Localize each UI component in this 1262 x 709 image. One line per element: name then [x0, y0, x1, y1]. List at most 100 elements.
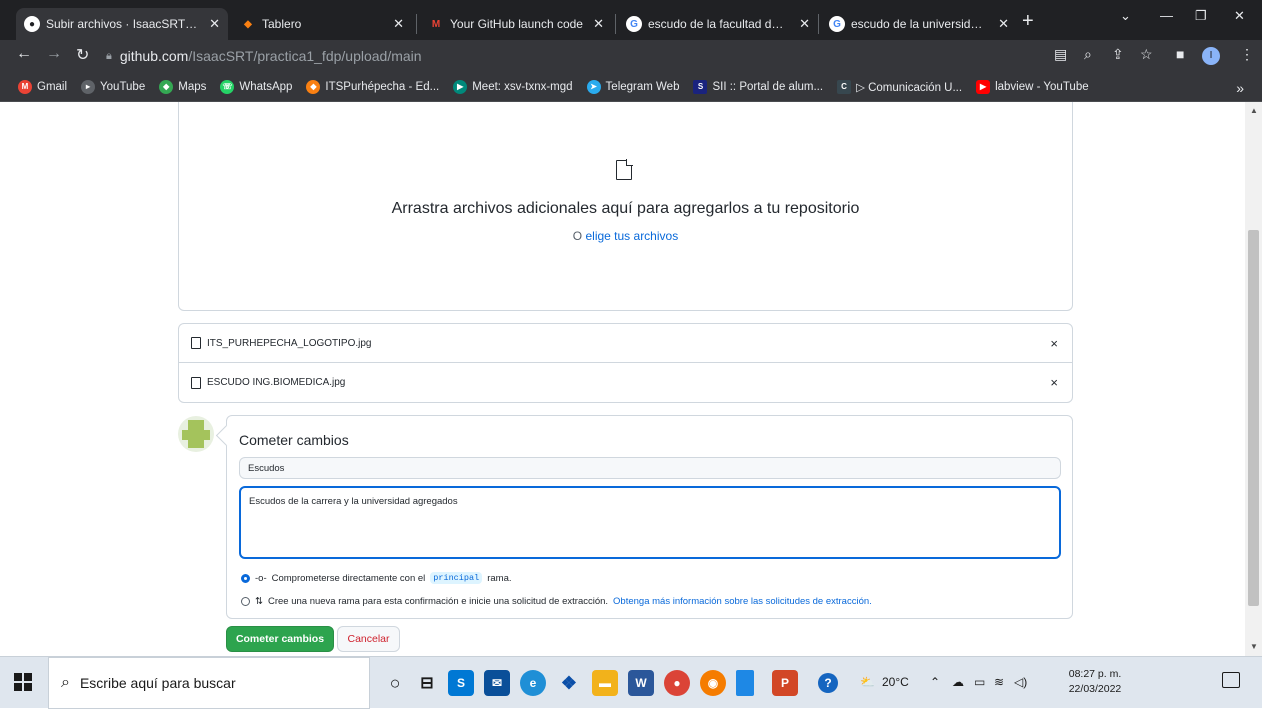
- bookmark-labview[interactable]: ▶ labview - YouTube: [976, 79, 1089, 94]
- mail-icon[interactable]: ✉: [484, 670, 510, 696]
- close-tab-icon[interactable]: ✕: [209, 16, 220, 32]
- tab-github-launch-code[interactable]: M Your GitHub launch code ✕: [420, 8, 612, 40]
- commit-description-textarea[interactable]: Escudos de la carrera y la universidad a…: [239, 486, 1061, 559]
- close-tab-icon[interactable]: ✕: [393, 16, 404, 32]
- more-bookmarks-icon[interactable]: »: [1236, 80, 1244, 96]
- search-icon: ⌕: [61, 674, 70, 691]
- back-icon[interactable]: ←: [16, 45, 32, 63]
- powerpoint-icon[interactable]: P: [772, 670, 798, 696]
- moodle-icon: ◆: [244, 18, 252, 30]
- bookmark-meet[interactable]: ▶ Meet: xsv-txnx-mgd: [453, 79, 573, 94]
- address-path: /IsaacSRT/practica1_fdp/upload/main: [188, 48, 422, 64]
- menu-icon[interactable]: ⋮: [1240, 46, 1254, 63]
- scrollbar-thumb[interactable]: [1248, 230, 1259, 606]
- google-icon: G: [829, 16, 845, 32]
- page-scrollbar[interactable]: ▲ ▼: [1245, 102, 1262, 656]
- task-view-icon[interactable]: ⊟: [414, 670, 440, 696]
- onedrive-icon[interactable]: ☁: [952, 675, 964, 689]
- meet-icon: ▶: [453, 79, 468, 94]
- pull-request-icon: ⇅: [255, 596, 263, 607]
- weather-temp[interactable]: 20°C: [882, 675, 909, 689]
- notifications-icon[interactable]: [1222, 672, 1240, 688]
- windows-start-icon[interactable]: [14, 673, 32, 691]
- list-item: ESCUDO ING.BIOMEDICA.jpg ×: [179, 363, 1072, 402]
- share-icon[interactable]: ⇪: [1112, 46, 1124, 63]
- scroll-down-icon[interactable]: ▼: [1250, 642, 1258, 651]
- uploaded-files-list: ITS_PURHEPECHA_LOGOTIPO.jpg × ESCUDO ING…: [178, 323, 1073, 403]
- battery-icon[interactable]: ▭: [974, 675, 985, 689]
- remove-file-icon[interactable]: ×: [1050, 375, 1058, 390]
- bookmark-maps[interactable]: ◆ Maps: [159, 79, 206, 94]
- commit-changes-button[interactable]: Cometer cambios: [226, 626, 334, 652]
- dropbox-icon[interactable]: ❖: [556, 670, 582, 696]
- tab-separator: [818, 14, 819, 34]
- taskbar-clock[interactable]: 08:27 p. m. 22/03/2022: [1066, 667, 1124, 697]
- edge-icon[interactable]: e: [520, 670, 546, 696]
- wifi-icon[interactable]: ≋: [994, 675, 1004, 689]
- translate-icon[interactable]: ▤: [1054, 46, 1067, 63]
- close-tab-icon[interactable]: ✕: [799, 16, 810, 32]
- bookmark-youtube[interactable]: ▸ YouTube: [81, 79, 145, 94]
- weather-icon[interactable]: ⛅: [860, 675, 875, 689]
- phone-link-icon[interactable]: [736, 670, 754, 696]
- new-tab-icon[interactable]: +: [1022, 10, 1034, 33]
- tab-escudo-universidad[interactable]: G escudo de la universidad itsp ✕: [821, 8, 1017, 40]
- tray-chevron-icon[interactable]: ⌃: [930, 675, 940, 689]
- scroll-up-icon[interactable]: ▲: [1250, 106, 1258, 115]
- dropzone-title: Arrastra archivos adicionales aquí para …: [391, 200, 860, 217]
- close-tab-icon[interactable]: ✕: [998, 16, 1009, 32]
- tab-label: Your GitHub launch code: [450, 17, 583, 31]
- commit-new-branch-option[interactable]: ⇅ Cree una nueva rama para esta confirma…: [241, 596, 872, 607]
- tab-escudo-facultad[interactable]: G escudo de la facultad de ing ✕: [618, 8, 818, 40]
- file-explorer-icon[interactable]: ▬: [592, 670, 618, 696]
- commit-summary-input[interactable]: Escudos: [239, 457, 1061, 479]
- chrome-icon[interactable]: ●: [664, 670, 690, 696]
- help-icon[interactable]: ?: [818, 673, 838, 693]
- azure-data-studio-icon[interactable]: S: [448, 670, 474, 696]
- tab-tablero[interactable]: ◆ Tablero ✕: [232, 8, 412, 40]
- radio-selected[interactable]: [241, 573, 250, 583]
- tab-subir-archivos[interactable]: ● Subir archivos · IsaacSRT/pra ✕: [16, 8, 228, 40]
- file-dropzone[interactable]: Arrastra archivos adicionales aquí para …: [178, 102, 1073, 311]
- gmail-icon: M: [18, 79, 32, 94]
- remove-file-icon[interactable]: ×: [1050, 336, 1058, 351]
- address-bar[interactable]: 🔒︎ github.com/IsaacSRT/practica1_fdp/upl…: [106, 44, 1086, 68]
- cancel-button[interactable]: Cancelar: [337, 626, 400, 652]
- zoom-icon[interactable]: ⌕: [1084, 46, 1092, 63]
- commit-direct-option[interactable]: -o- Comprometerse directamente con el pr…: [241, 572, 512, 584]
- profile-avatar[interactable]: I: [1202, 47, 1220, 65]
- forward-icon[interactable]: →: [46, 45, 62, 63]
- choose-files-link[interactable]: elige tus archivos: [585, 229, 678, 243]
- side-panel-icon[interactable]: ■: [1176, 46, 1184, 62]
- firefox-icon[interactable]: ◉: [700, 670, 726, 696]
- youtube-icon: ▶: [976, 79, 991, 94]
- avatar[interactable]: [178, 416, 214, 452]
- taskbar-search-box[interactable]: ⌕ Escribe aquí para buscar: [48, 657, 370, 709]
- bookmark-star-icon[interactable]: ☆: [1140, 46, 1153, 63]
- bookmark-gmail[interactable]: M Gmail: [18, 79, 67, 94]
- volume-icon[interactable]: ◁): [1014, 675, 1027, 689]
- bookmark-whatsapp[interactable]: ☏ WhatsApp: [220, 79, 292, 94]
- tab-label: escudo de la universidad itsp: [851, 17, 988, 31]
- bookmark-sii[interactable]: S SII :: Portal de alum...: [693, 79, 823, 94]
- page-viewport: Arrastra archivos adicionales aquí para …: [0, 102, 1262, 656]
- tab-search-icon[interactable]: ⌄: [1120, 8, 1131, 24]
- close-window-icon[interactable]: ✕: [1234, 8, 1245, 24]
- bookmark-comunicacion[interactable]: C ▷ Comunicación U...: [837, 79, 962, 94]
- tab-label: Tablero: [262, 17, 302, 31]
- bookmark-itspurhepecha[interactable]: ◆ ITSPurhépecha - Ed...: [306, 79, 439, 94]
- minimize-icon[interactable]: —: [1160, 8, 1173, 23]
- list-item: ITS_PURHEPECHA_LOGOTIPO.jpg ×: [179, 324, 1072, 363]
- restore-icon[interactable]: ❐: [1195, 8, 1207, 24]
- cortana-icon[interactable]: ○: [382, 670, 408, 696]
- close-tab-icon[interactable]: ✕: [593, 16, 604, 32]
- reload-icon[interactable]: ↻: [76, 45, 89, 65]
- telegram-icon: ➤: [586, 79, 601, 94]
- gmail-icon: M: [431, 18, 441, 30]
- youtube-icon: ▸: [81, 79, 96, 94]
- file-icon: [191, 376, 201, 389]
- radio-unselected[interactable]: [241, 597, 250, 606]
- bookmark-telegram[interactable]: ➤ Telegram Web: [586, 79, 679, 94]
- word-icon[interactable]: W: [628, 670, 654, 696]
- learn-more-link[interactable]: Obtenga más información sobre las solici…: [613, 596, 872, 607]
